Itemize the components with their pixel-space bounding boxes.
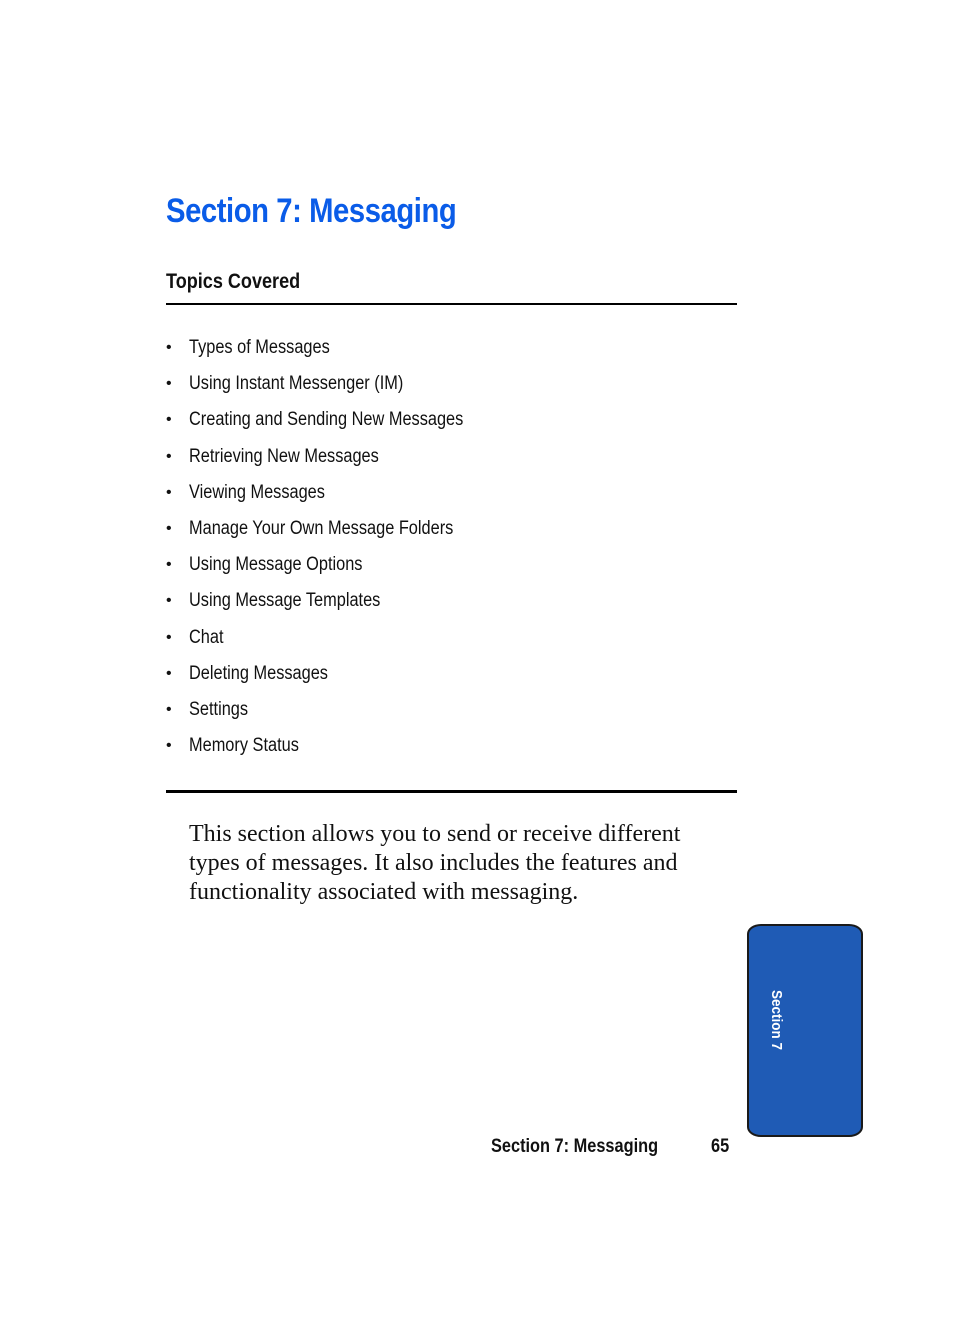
topic-label: Using Message Templates <box>189 590 381 612</box>
topic-label: Chat <box>189 626 224 648</box>
topics-heading: Topics Covered <box>166 270 301 293</box>
topic-label: Settings <box>189 698 249 720</box>
topic-label: Using Message Options <box>189 554 363 576</box>
topic-label: Deleting Messages <box>189 662 328 684</box>
page-number: 65 <box>711 1136 730 1157</box>
list-item: • Manage Your Own Message Folders <box>166 511 508 547</box>
topic-label: Creating and Sending New Messages <box>189 409 464 431</box>
bullet-icon: • <box>166 556 172 574</box>
section-tab <box>747 924 863 1137</box>
bullet-icon: • <box>166 628 172 646</box>
topics-list: • Types of Messages • Using Instant Messen… <box>166 330 508 764</box>
list-item: • Deleting Messages <box>166 656 508 692</box>
bullet-icon: • <box>166 447 172 465</box>
topic-label: Viewing Messages <box>189 481 325 503</box>
list-item: • Retrieving New Messages <box>166 439 508 475</box>
topic-label: Memory Status <box>189 735 299 757</box>
list-item: • Using Message Templates <box>166 583 508 619</box>
section-tab-label: Section 7 <box>768 990 785 1051</box>
bullet-icon: • <box>166 411 172 429</box>
list-item: • Creating and Sending New Messages <box>166 402 508 438</box>
page-title: Section 7: Messaging <box>166 192 457 230</box>
bullet-icon: • <box>166 375 172 393</box>
bullet-icon: • <box>166 520 172 538</box>
list-item: • Types of Messages <box>166 330 508 366</box>
topic-label: Using Instant Messenger (IM) <box>189 373 404 395</box>
topic-label: Retrieving New Messages <box>189 445 379 467</box>
topic-label: Types of Messages <box>189 337 330 359</box>
bullet-icon: • <box>166 483 172 501</box>
bullet-icon: • <box>166 592 172 610</box>
intro-paragraph: This section allows you to send or recei… <box>189 821 681 905</box>
bullet-icon: • <box>166 664 172 682</box>
list-item: • Chat <box>166 620 508 656</box>
list-item: • Memory Status <box>166 728 508 764</box>
bullet-icon: • <box>166 700 172 718</box>
bullet-icon: • <box>166 737 172 755</box>
list-item: • Settings <box>166 692 508 728</box>
topic-label: Manage Your Own Message Folders <box>189 518 454 540</box>
bullet-icon: • <box>166 339 172 357</box>
list-item: • Viewing Messages <box>166 475 508 511</box>
divider-bottom <box>166 790 737 793</box>
divider-top <box>166 303 737 305</box>
footer-section-title: Section 7: Messaging <box>491 1136 659 1157</box>
list-item: • Using Instant Messenger (IM) <box>166 366 508 402</box>
list-item: • Using Message Options <box>166 547 508 583</box>
